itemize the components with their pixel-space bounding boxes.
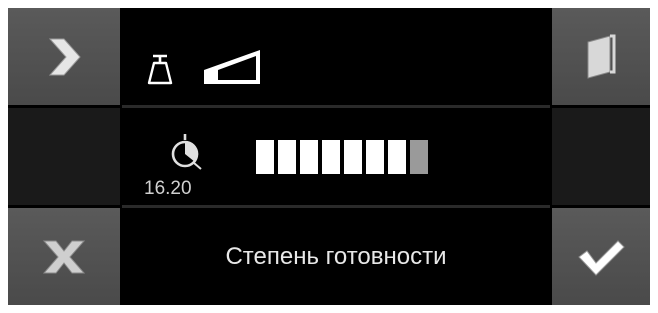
ramp-icon <box>204 50 260 84</box>
doneness-bar <box>256 140 428 174</box>
timer-icon <box>171 134 202 170</box>
progress-segment <box>388 140 406 174</box>
checkmark-icon <box>578 239 625 276</box>
chevron-right-icon <box>48 38 81 75</box>
progress-segment <box>410 140 428 174</box>
right-spacer <box>552 108 650 205</box>
door-button[interactable] <box>552 8 650 105</box>
progress-segment <box>366 140 384 174</box>
status-area: Степень готовности <box>122 208 550 305</box>
left-spacer <box>8 108 120 205</box>
progress-segment <box>300 140 318 174</box>
doneness-progress-area: 16.20 <box>122 108 550 205</box>
progress-segment <box>344 140 362 174</box>
status-label: Степень готовности <box>225 242 447 270</box>
progress-segment <box>256 140 274 174</box>
progress-segment <box>278 140 296 174</box>
timer-value: 16.20 <box>144 178 192 199</box>
door-icon <box>587 34 616 79</box>
x-icon <box>42 240 86 273</box>
program-settings <box>122 8 550 105</box>
forward-button[interactable] <box>8 8 120 105</box>
confirm-button[interactable] <box>552 208 650 305</box>
control-panel: 16.20 Степень готовности <box>8 8 650 305</box>
weight-icon <box>147 54 173 85</box>
cancel-button[interactable] <box>8 208 120 305</box>
progress-segment <box>322 140 340 174</box>
